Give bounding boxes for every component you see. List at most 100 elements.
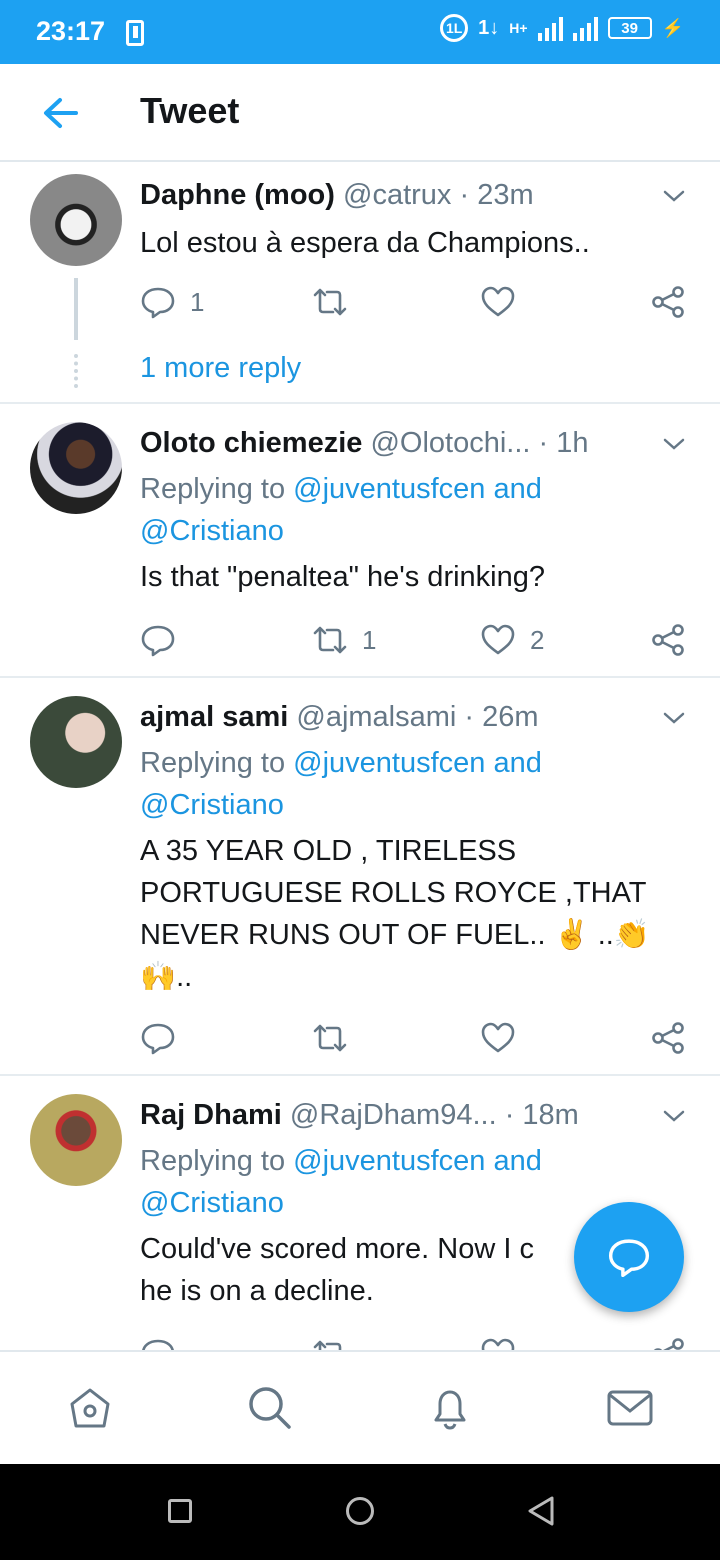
signal-icon-1 — [537, 15, 563, 41]
heart-icon — [481, 286, 515, 317]
system-nav-bar — [0, 1464, 720, 1560]
thread-line — [74, 278, 78, 340]
like-button[interactable] — [480, 1332, 516, 1350]
retweet-button[interactable] — [312, 280, 362, 324]
compose-reply-button[interactable] — [574, 1202, 684, 1312]
tweet-time: · 23m — [459, 179, 534, 211]
avatar[interactable] — [30, 422, 122, 514]
network-type-label: H+ — [509, 20, 528, 36]
share-button[interactable] — [650, 1016, 686, 1060]
avatar[interactable] — [30, 1094, 122, 1186]
recent-apps-icon[interactable] — [168, 1499, 192, 1523]
reply-icon — [141, 287, 175, 319]
tweet-actions — [140, 1332, 700, 1350]
tweet-text-line: A 35 YEAR OLD , TIRELESS — [140, 835, 517, 867]
reply-button[interactable]: 1 — [140, 280, 204, 324]
status-time: 23:17 — [36, 16, 106, 46]
reply-icon — [142, 1339, 174, 1350]
share-button[interactable] — [650, 618, 686, 662]
back-triangle-icon[interactable] — [526, 1495, 556, 1527]
replying-to: Replying to @juventusfcen and @Cristiano — [140, 1140, 670, 1224]
mention-link[interactable]: @juventusfcen — [293, 473, 485, 505]
share-icon — [652, 1022, 684, 1054]
more-replies-link[interactable]: 1 more reply — [140, 352, 301, 385]
home-icon[interactable] — [64, 1382, 116, 1434]
tweet-header: ajmal sami @ajmalsami · 26m — [140, 696, 690, 738]
reply-count: 1 — [190, 286, 205, 317]
heart-icon — [481, 624, 515, 655]
tweet-time: · 18m — [504, 1099, 579, 1131]
retweet-button[interactable] — [312, 1332, 348, 1350]
chevron-down-icon[interactable] — [662, 706, 686, 730]
tweet-text-line: PORTUGUESE ROLLS ROYCE ,THAT — [140, 877, 647, 909]
tweet-time: · 26m — [464, 701, 539, 733]
replying-prefix: Replying to — [140, 747, 286, 779]
chevron-down-icon[interactable] — [662, 1104, 686, 1128]
tweet-item[interactable]: Oloto chiemezie @Olotochi... · 1h Replyi… — [0, 404, 720, 678]
search-icon[interactable] — [244, 1382, 296, 1434]
tweet-text: A 35 YEAR OLD , TIRELESS PORTUGUESE ROLL… — [140, 830, 670, 998]
avatar[interactable] — [30, 696, 122, 788]
mention-and[interactable]: and — [494, 1145, 542, 1177]
chevron-down-icon[interactable] — [662, 184, 686, 208]
reply-icon — [141, 625, 175, 657]
user-name[interactable]: Daphne (moo) — [140, 179, 335, 211]
retweet-icon — [313, 1340, 342, 1350]
tweet-header: Raj Dhami @RajDham94... · 18m — [140, 1094, 690, 1136]
reply-button[interactable] — [140, 1016, 190, 1060]
like-button[interactable]: 2 — [480, 618, 544, 662]
share-icon — [652, 286, 684, 318]
notifications-icon[interactable] — [424, 1382, 476, 1434]
tweet-actions — [140, 1016, 700, 1060]
mention-and[interactable]: and — [494, 747, 542, 779]
share-icon — [653, 1338, 684, 1350]
user-name[interactable]: ajmal sami — [140, 701, 288, 733]
like-count: 2 — [530, 624, 545, 655]
tweet-item[interactable]: Daphne (moo) @catrux · 23m Lol estou à e… — [0, 164, 720, 404]
tweet-text: Is that "penaltea" he's drinking? — [140, 561, 545, 593]
user-handle: @ajmalsami — [296, 701, 457, 733]
share-button[interactable] — [650, 280, 686, 324]
tweet-time: · 1h — [538, 427, 589, 459]
mention-link[interactable]: @Cristiano — [140, 1187, 284, 1219]
app-header: Tweet — [0, 64, 720, 162]
messages-icon[interactable] — [604, 1382, 656, 1434]
user-name[interactable]: Raj Dhami — [140, 1099, 282, 1131]
replying-prefix: Replying to — [140, 1145, 286, 1177]
mention-link[interactable]: @Cristiano — [140, 515, 284, 547]
avatar[interactable] — [30, 174, 122, 266]
mention-and[interactable]: and — [494, 473, 542, 505]
mention-link[interactable]: @juventusfcen — [293, 747, 485, 779]
net-indicator-icon: 1L — [440, 14, 469, 42]
reply-feed[interactable]: Daphne (moo) @catrux · 23m Lol estou à e… — [0, 164, 720, 1350]
page-title: Tweet — [140, 90, 240, 131]
thread-dotted-line — [74, 354, 78, 388]
heart-icon — [481, 1338, 515, 1350]
tweet-header: Oloto chiemezie @Olotochi... · 1h — [140, 422, 690, 464]
tweet-text-line: 🙌.. — [140, 961, 193, 993]
user-name[interactable]: Oloto chiemezie — [140, 427, 362, 459]
status-bar: 23:17 1L 1↓ H+ 39 ⚡ — [0, 0, 720, 64]
reply-button[interactable] — [140, 618, 190, 662]
replying-to: Replying to @juventusfcen and @Cristiano — [140, 468, 670, 552]
retweet-button[interactable]: 1 — [312, 618, 376, 662]
tweet-actions: 1 — [140, 280, 700, 324]
mention-link[interactable]: @juventusfcen — [293, 1145, 485, 1177]
share-button[interactable] — [650, 1332, 686, 1350]
back-arrow-icon[interactable] — [40, 92, 82, 134]
retweet-count: 1 — [362, 624, 377, 655]
like-button[interactable] — [480, 1016, 530, 1060]
retweet-icon — [313, 626, 347, 654]
retweet-button[interactable] — [312, 1016, 362, 1060]
tweet-item[interactable]: ajmal sami @ajmalsami · 26m Replying to … — [0, 678, 720, 1076]
chevron-down-icon[interactable] — [662, 432, 686, 456]
reply-button[interactable] — [140, 1332, 176, 1350]
user-handle: @RajDham94... — [289, 1099, 497, 1131]
retweet-icon — [313, 288, 347, 316]
replying-prefix: Replying to — [140, 473, 286, 505]
retweet-icon — [313, 1024, 347, 1052]
home-button-icon[interactable] — [346, 1497, 374, 1525]
mention-link[interactable]: @Cristiano — [140, 789, 284, 821]
like-button[interactable] — [480, 280, 530, 324]
tweet-header: Daphne (moo) @catrux · 23m — [140, 174, 690, 216]
